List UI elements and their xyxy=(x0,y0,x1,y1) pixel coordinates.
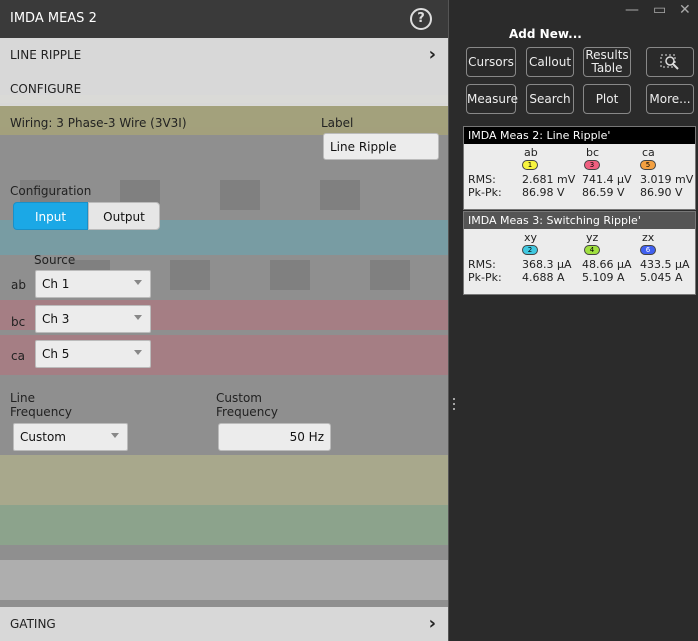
cell-value: 86.90 V xyxy=(640,186,683,199)
window-controls: — ▭ ✕ xyxy=(449,0,698,22)
phase-label-ab: ab xyxy=(11,278,26,292)
zoom-region-icon xyxy=(660,54,679,70)
wiring-text: Wiring: 3 Phase-3 Wire (3V3I) xyxy=(10,116,187,130)
source-dropdown-ca[interactable]: Ch 5 xyxy=(35,340,151,368)
gating-label: GATING xyxy=(10,617,56,631)
cell-value: 86.98 V xyxy=(522,186,565,199)
source-dropdown-ab[interactable]: Ch 1 xyxy=(35,270,151,298)
phase-label-ca: ca xyxy=(11,349,25,363)
panel-title: IMDA MEAS 2 xyxy=(10,11,97,26)
configure-label: CONFIGURE xyxy=(10,82,82,96)
callout-button[interactable]: Callout xyxy=(526,47,574,77)
cell-value: 5.109 A xyxy=(582,271,625,284)
dropdown-arrow-icon xyxy=(111,433,119,438)
imda-config-panel: IMDA MEAS 2 ? LINE RIPPLE › CONFIGURE Wi… xyxy=(0,0,448,641)
results-table-button[interactable]: Results Table xyxy=(583,47,631,77)
config-input-button[interactable]: Input xyxy=(13,202,88,230)
label-input-value: Line Ripple xyxy=(330,140,397,154)
dropdown-arrow-icon xyxy=(134,315,142,320)
channel-badge: 3 xyxy=(584,160,600,170)
channel-badge: 6 xyxy=(640,245,656,255)
line-frequency-caption-2: Frequency xyxy=(10,405,72,419)
channel-badge: 5 xyxy=(640,160,656,170)
row-label: Pk-Pk: xyxy=(468,271,502,284)
line-ripple-label: LINE RIPPLE xyxy=(10,48,82,62)
panel-resize-handle[interactable] xyxy=(453,397,455,411)
card-badges: 2 4 6 xyxy=(464,243,695,257)
panel-title-bar: IMDA MEAS 2 ? xyxy=(0,0,448,38)
close-icon[interactable]: ✕ xyxy=(679,2,691,18)
search-button-label: Search xyxy=(529,92,571,106)
source-dropdown-bc[interactable]: Ch 3 xyxy=(35,305,151,333)
source-dropdown-ca-value: Ch 5 xyxy=(42,347,70,361)
help-icon[interactable]: ? xyxy=(410,8,432,30)
search-button[interactable]: Search xyxy=(526,84,574,114)
cursors-button[interactable]: Cursors xyxy=(466,47,516,77)
channel-badge: 4 xyxy=(584,245,600,255)
custom-frequency-caption-1: Custom xyxy=(216,391,262,405)
line-frequency-caption-1: Line xyxy=(10,391,36,405)
chevron-right-icon: › xyxy=(428,613,436,634)
measure-button[interactable]: Measure xyxy=(466,84,518,114)
source-caption: Source xyxy=(34,253,76,267)
label-input[interactable]: Line Ripple xyxy=(323,133,439,160)
channel-badge: 2 xyxy=(522,245,538,255)
configure-section-header[interactable]: CONFIGURE xyxy=(0,72,448,106)
results-table-label-2: Table xyxy=(591,61,623,75)
add-new-title: Add New... xyxy=(509,27,582,41)
line-frequency-dropdown[interactable]: Custom xyxy=(13,423,128,451)
card-title: IMDA Meas 3: Switching Ripple' xyxy=(464,212,695,229)
results-panel: — ▭ ✕ Add New... Cursors Callout Results… xyxy=(448,0,698,641)
cursors-button-label: Cursors xyxy=(468,55,514,69)
card-row-pkpk: Pk-Pk: 86.98 V 86.59 V 86.90 V xyxy=(464,185,695,199)
cell-value: 4.688 A xyxy=(522,271,565,284)
label-caption: Label xyxy=(321,116,354,130)
measurement-card-switching-ripple[interactable]: IMDA Meas 3: Switching Ripple' xy yz zx … xyxy=(463,211,696,295)
card-title: IMDA Meas 2: Line Ripple' xyxy=(464,127,695,144)
card-column-headers: xy yz zx xyxy=(464,229,695,244)
card-row-pkpk: Pk-Pk: 4.688 A 5.109 A 5.045 A xyxy=(464,270,695,284)
cell-value: 86.59 V xyxy=(582,186,625,199)
custom-frequency-value: 50 Hz xyxy=(289,430,324,444)
callout-button-label: Callout xyxy=(528,55,572,69)
cell-value: 5.045 A xyxy=(640,271,683,284)
minimize-icon[interactable]: — xyxy=(625,2,639,18)
dropdown-arrow-icon xyxy=(134,280,142,285)
card-column-headers: ab bc ca xyxy=(464,144,695,159)
plot-button-label: Plot xyxy=(595,92,619,106)
row-label: Pk-Pk: xyxy=(468,186,502,199)
restore-icon[interactable]: ▭ xyxy=(653,2,666,18)
line-ripple-section-header[interactable]: LINE RIPPLE › xyxy=(0,38,448,72)
zoom-region-button[interactable] xyxy=(646,47,694,77)
config-output-button[interactable]: Output xyxy=(88,202,160,230)
app-root: IMDA MEAS 2 ? LINE RIPPLE › CONFIGURE Wi… xyxy=(0,0,698,641)
more-button-label: More... xyxy=(649,92,691,106)
plot-button[interactable]: Plot xyxy=(583,84,631,114)
card-row-rms: RMS: 2.681 mV 741.4 µV 3.019 mV xyxy=(464,172,695,186)
configure-body: Wiring: 3 Phase-3 Wire (3V3I) Label Line… xyxy=(0,106,448,606)
phase-label-bc: bc xyxy=(11,315,26,329)
dropdown-arrow-icon xyxy=(134,350,142,355)
measurement-card-line-ripple[interactable]: IMDA Meas 2: Line Ripple' ab bc ca 1 3 5… xyxy=(463,126,696,210)
card-row-rms: RMS: 368.3 µA 48.66 µA 433.5 µA xyxy=(464,257,695,271)
custom-frequency-input[interactable]: 50 Hz xyxy=(218,423,331,451)
measure-button-label: Measure xyxy=(467,92,518,106)
source-dropdown-bc-value: Ch 3 xyxy=(42,312,70,326)
card-badges: 1 3 5 xyxy=(464,158,695,172)
channel-badge: 1 xyxy=(522,160,538,170)
chevron-right-icon: › xyxy=(428,44,436,65)
line-frequency-value: Custom xyxy=(20,430,66,444)
custom-frequency-caption-2: Frequency xyxy=(216,405,278,419)
gating-section-header[interactable]: GATING › xyxy=(0,607,448,641)
more-button[interactable]: More... xyxy=(646,84,694,114)
configuration-caption: Configuration xyxy=(10,184,92,198)
source-dropdown-ab-value: Ch 1 xyxy=(42,277,70,291)
